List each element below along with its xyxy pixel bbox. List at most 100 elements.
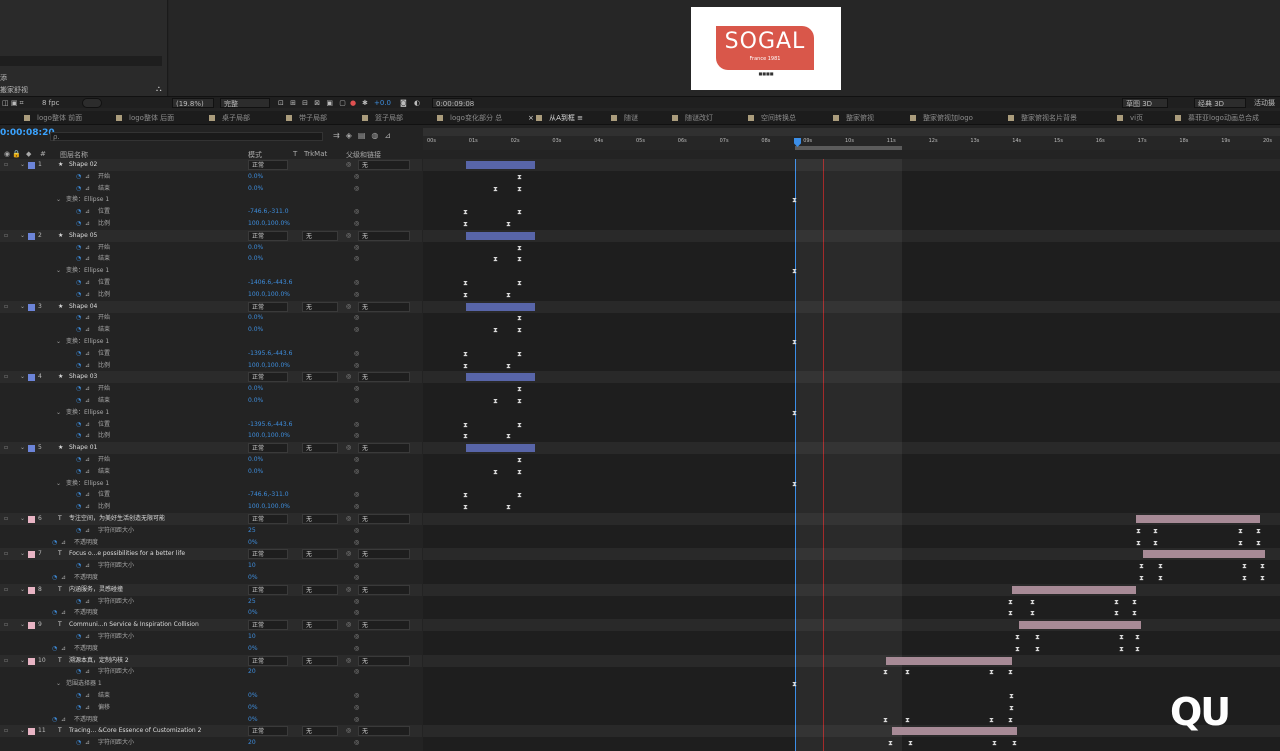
- pickwhip-icon[interactable]: ◎: [354, 690, 359, 702]
- stopwatch-icon[interactable]: ◔: [76, 489, 81, 501]
- keyframe-icon[interactable]: ⧗: [1015, 645, 1020, 653]
- layer-row[interactable]: ▫ ⌄ 5 ★ Shape 01 正常 无 ◎ 无: [0, 442, 422, 455]
- stopwatch-icon[interactable]: ◔: [76, 596, 81, 608]
- keyframe-icon[interactable]: ⧗: [1242, 562, 1247, 570]
- layer-row[interactable]: ▫ ⌄ 9 T Communi...n Service & Inspiration Co…: [0, 619, 422, 632]
- graph-icon[interactable]: ⊿: [61, 537, 66, 549]
- keyframe-icon[interactable]: ⧗: [1119, 633, 1124, 641]
- pickwhip-icon[interactable]: ◎: [354, 466, 359, 478]
- expand-arrow-icon[interactable]: ⌄: [20, 301, 25, 313]
- pickwhip-icon[interactable]: ◎: [354, 489, 359, 501]
- property-row[interactable]: ◔ ⊿ 不透明度 0% ◎: [0, 643, 422, 655]
- stopwatch-icon[interactable]: ◔: [76, 348, 81, 360]
- property-row[interactable]: ◔ ⊿ 开始 0.0% ◎: [0, 383, 422, 395]
- stopwatch-icon[interactable]: ◔: [76, 253, 81, 265]
- keyframe-icon[interactable]: ⧗: [1242, 574, 1247, 582]
- expand-arrow-icon[interactable]: ⌄: [56, 194, 61, 206]
- property-value[interactable]: 0.0%: [248, 242, 263, 254]
- label-color-swatch[interactable]: [28, 622, 35, 630]
- layer-name[interactable]: Focus o...e possibilities for a better l…: [69, 548, 185, 560]
- pickwhip-icon[interactable]: ◎: [354, 289, 359, 301]
- stopwatch-icon[interactable]: ◔: [76, 702, 81, 714]
- property-value[interactable]: 100.0,100.0%: [248, 218, 290, 230]
- layer-row[interactable]: ▫ ⌄ 2 ★ Shape 05 正常 无 ◎ 无: [0, 229, 422, 242]
- graph-icon[interactable]: ⊿: [85, 430, 90, 442]
- keyframe-icon[interactable]: ⧗: [463, 208, 468, 216]
- layer-name[interactable]: 专注空间，为美好生活创造无限可能: [69, 513, 165, 525]
- trkmat-select[interactable]: 无: [302, 372, 338, 383]
- tab-house-top-logo[interactable]: 整家俯视加logo: [910, 113, 973, 124]
- property-value[interactable]: 0%: [248, 607, 258, 619]
- pickwhip-icon[interactable]: ◎: [354, 206, 359, 218]
- stopwatch-icon[interactable]: ◔: [76, 277, 81, 289]
- stopwatch-icon[interactable]: ◔: [76, 525, 81, 537]
- keyframe-icon[interactable]: ⧗: [1238, 527, 1243, 535]
- graph-icon[interactable]: ⊿: [85, 419, 90, 431]
- keyframe-icon[interactable]: ⧗: [1132, 598, 1137, 606]
- property-value[interactable]: -1395.6,-443.6: [248, 348, 292, 360]
- show-snapshot-icon[interactable]: ◐: [414, 98, 420, 108]
- blend-mode-select[interactable]: 正常: [248, 372, 288, 383]
- expand-arrow-icon[interactable]: ⌄: [20, 584, 25, 596]
- trkmat-select[interactable]: 无: [302, 584, 338, 595]
- expand-arrow-icon[interactable]: ⌄: [20, 548, 25, 560]
- stopwatch-icon[interactable]: ◔: [76, 690, 81, 702]
- parent-select[interactable]: 无: [358, 160, 410, 170]
- graph-icon[interactable]: ⊿: [85, 312, 90, 324]
- keyframe-icon[interactable]: ⧗: [1030, 609, 1035, 617]
- label-color-swatch[interactable]: [28, 162, 35, 169]
- pickwhip-icon[interactable]: ◎: [346, 655, 351, 667]
- property-row[interactable]: ◔ ⊿ 位置 -1395.6,-443.6 ◎: [0, 348, 422, 360]
- viewer-toggle-icons[interactable]: ⊡ ⊞ ⊟ ⊠ ▣ ▢: [278, 98, 348, 108]
- visibility-icon[interactable]: ▫: [4, 584, 8, 596]
- layer-duration-bar[interactable]: [466, 161, 535, 169]
- keyframe-icon[interactable]: ⧗: [517, 208, 522, 216]
- property-row[interactable]: ◔ ⊿ 开始 0.0% ◎: [0, 454, 422, 466]
- property-row[interactable]: ◔ ⊿ 不透明度 0% ◎: [0, 572, 422, 584]
- visibility-icon[interactable]: ▫: [4, 159, 8, 171]
- stopwatch-icon[interactable]: ◔: [76, 289, 81, 301]
- flowchart-icon[interactable]: ⛬: [156, 84, 162, 94]
- layer-name[interactable]: Shape 02: [69, 159, 97, 171]
- keyframe-icon[interactable]: ⧗: [463, 421, 468, 429]
- expand-arrow-icon[interactable]: ⌄: [56, 478, 61, 490]
- graph-icon[interactable]: ⊿: [85, 383, 90, 395]
- keyframe-icon[interactable]: ⧗: [1158, 562, 1163, 570]
- pickwhip-icon[interactable]: ◎: [346, 301, 351, 313]
- keyframe-icon[interactable]: ⧗: [883, 716, 888, 724]
- property-value[interactable]: 20: [248, 666, 256, 678]
- keyframe-icon[interactable]: ⧗: [517, 350, 522, 358]
- property-value[interactable]: 0.0%: [248, 383, 263, 395]
- stopwatch-icon[interactable]: ◔: [76, 383, 81, 395]
- property-group-row[interactable]: ⌄ 变换：Ellipse 1: [0, 478, 422, 490]
- pickwhip-icon[interactable]: ◎: [354, 702, 359, 714]
- property-value[interactable]: 0.0%: [248, 171, 263, 183]
- property-value[interactable]: 0.0%: [248, 312, 263, 324]
- label-color-swatch[interactable]: [28, 516, 35, 523]
- tab-close-icon[interactable]: ×: [528, 114, 536, 122]
- tab-menu-icon[interactable]: ≡: [575, 114, 583, 122]
- keyframe-icon[interactable]: ⧗: [517, 326, 522, 334]
- property-row[interactable]: ◔ ⊿ 结束 0.0% ◎: [0, 395, 422, 407]
- layer-duration-bar[interactable]: [892, 727, 1017, 736]
- property-value[interactable]: 0.0%: [248, 253, 263, 265]
- pickwhip-icon[interactable]: ◎: [354, 596, 359, 608]
- property-value[interactable]: 0%: [248, 690, 258, 702]
- keyframe-icon[interactable]: ⧗: [1158, 574, 1163, 582]
- expand-arrow-icon[interactable]: ⌄: [20, 619, 25, 631]
- current-time-field[interactable]: 0:00:09:08: [432, 98, 474, 108]
- property-row[interactable]: ◔ ⊿ 比例 100.0,100.0% ◎: [0, 430, 422, 442]
- expand-arrow-icon[interactable]: ⌄: [20, 371, 25, 383]
- expand-arrow-icon[interactable]: ⌄: [56, 678, 61, 690]
- stopwatch-icon[interactable]: ◔: [52, 643, 57, 655]
- layer-name[interactable]: Communi...n Service & Inspiration Collis…: [69, 619, 199, 631]
- graph-icon[interactable]: ⊿: [85, 501, 90, 513]
- property-row[interactable]: ◔ ⊿ 字符间距大小 25 ◎: [0, 525, 422, 537]
- layer-row[interactable]: ▫ ⌄ 10 T 溯源本真，定制内核 2 正常 无 ◎ 无: [0, 654, 422, 667]
- graph-icon[interactable]: ⊿: [85, 596, 90, 608]
- keyframe-icon[interactable]: ⧗: [517, 421, 522, 429]
- keyframe-icon[interactable]: ⧗: [1008, 716, 1013, 724]
- keyframe-icon[interactable]: ⧗: [517, 468, 522, 476]
- trkmat-select[interactable]: 无: [302, 301, 338, 312]
- graph-icon[interactable]: ⊿: [85, 253, 90, 265]
